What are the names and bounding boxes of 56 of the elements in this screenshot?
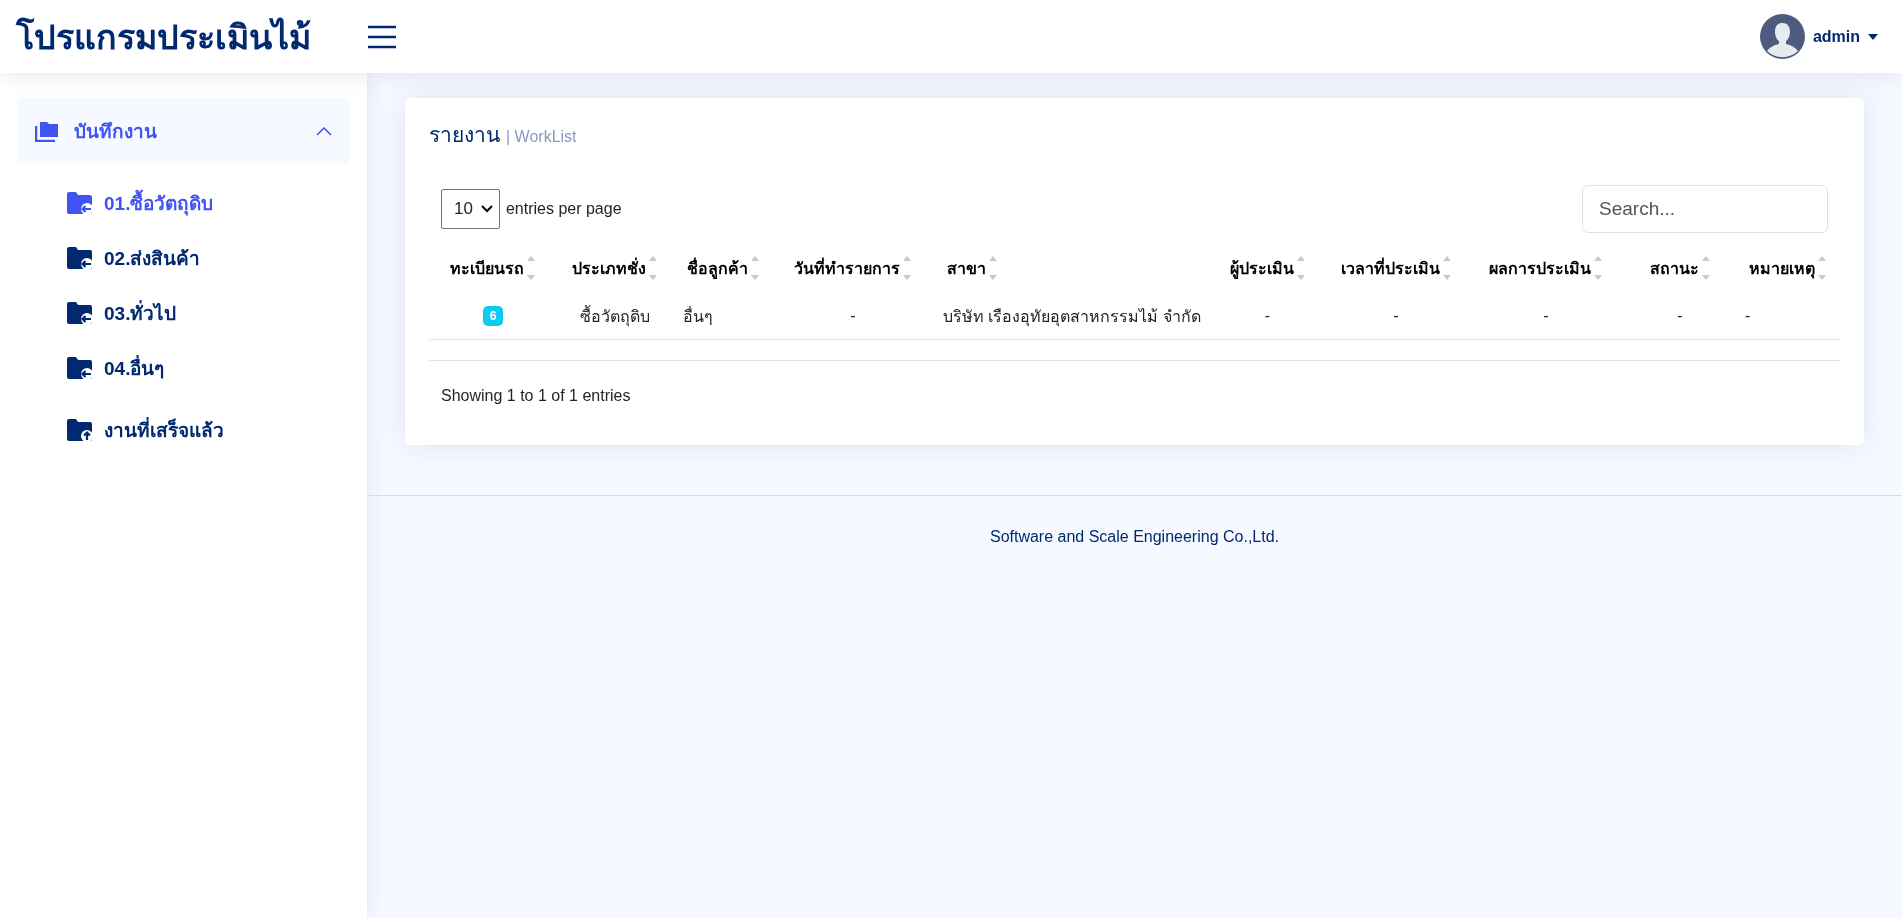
sort-icon[interactable] <box>750 255 760 281</box>
column-header[interactable]: หมายเหตุ <box>1749 255 1815 281</box>
avatar-icon[interactable] <box>1759 14 1805 59</box>
table-cell: - <box>850 307 856 324</box>
sort-icon[interactable] <box>1700 255 1711 281</box>
card-title: รายงาน <box>429 122 500 148</box>
sidebar-item[interactable]: 01.ซื้อวัตถุดิบ <box>17 175 350 230</box>
sort-icon[interactable] <box>988 255 998 281</box>
app-title: โปรแกรมประเมินไม้ <box>14 16 312 58</box>
sort-icon[interactable] <box>1817 255 1827 281</box>
sidebar-group[interactable]: บันทึกงาน <box>17 98 350 163</box>
table-cell: - <box>1543 307 1549 324</box>
page-size-select[interactable]: 10 <box>441 189 500 229</box>
column-header[interactable]: เวลาที่ประเมิน <box>1340 255 1440 281</box>
table-cell: - <box>1264 307 1271 324</box>
column-header[interactable]: สถานะ <box>1649 255 1699 281</box>
entries-info: Showing 1 to 1 of 1 entries <box>440 386 632 406</box>
vehicle-badge: 6 <box>482 306 504 326</box>
sidebar-item[interactable]: งานที่เสร็จแล้ว <box>17 395 350 465</box>
sort-icon[interactable] <box>1295 255 1306 281</box>
folder-icon <box>67 191 92 214</box>
sort-icon[interactable] <box>648 255 658 281</box>
column-header[interactable]: ผู้ประเมิน <box>1229 255 1294 281</box>
caret-icon[interactable] <box>480 205 493 213</box>
column-header[interactable]: สาขา <box>947 255 986 281</box>
sort-icon[interactable] <box>902 255 912 281</box>
column-header[interactable]: ชื่อลูกค้า <box>687 255 748 281</box>
search-field[interactable]: Search... <box>1582 185 1828 233</box>
folder-icon <box>67 246 92 269</box>
menu-icon[interactable] <box>367 23 397 50</box>
table-cell: - <box>1745 307 1751 324</box>
table-cell: - <box>1677 307 1683 324</box>
column-header[interactable]: ประเภทชั่ง <box>572 255 646 281</box>
table-cell: อื่นๆ <box>683 307 713 325</box>
sort-icon[interactable] <box>1441 255 1452 281</box>
folder-icon <box>67 356 92 379</box>
sidebar-item[interactable]: 02.ส่งสินค้า <box>17 230 350 285</box>
sidebar-item[interactable]: 04.อื่นๆ <box>17 340 350 395</box>
card-subtitle: | WorkList <box>506 128 577 146</box>
folder-icon <box>67 301 92 324</box>
column-header[interactable]: วันที่ทำรายการ <box>794 255 900 281</box>
page-size-label: entries per page <box>505 200 622 218</box>
table-cell: - <box>1393 307 1399 324</box>
folder-icon <box>67 419 92 441</box>
chevron-icon[interactable] <box>316 125 332 136</box>
table-cell: บริษัท เรืองอุทัยอุตสาหกรรมไม้ จำกัด <box>943 307 1201 325</box>
caret-icon[interactable] <box>1868 33 1878 40</box>
footer-text: Software and Scale Engineering Co.,Ltd. <box>989 528 1280 545</box>
column-header[interactable]: ทะเบียนรถ <box>450 255 524 281</box>
sort-icon[interactable] <box>526 255 536 281</box>
column-header[interactable]: ผลการประเมิน <box>1489 255 1591 281</box>
sort-icon[interactable] <box>1593 255 1603 281</box>
table-cell: ซื้อวัตถุดิบ <box>580 307 650 325</box>
user-name[interactable]: admin <box>1812 27 1860 46</box>
sidebar-item[interactable]: 03.ทั่วไป <box>17 285 350 340</box>
folders-icon <box>35 119 60 142</box>
